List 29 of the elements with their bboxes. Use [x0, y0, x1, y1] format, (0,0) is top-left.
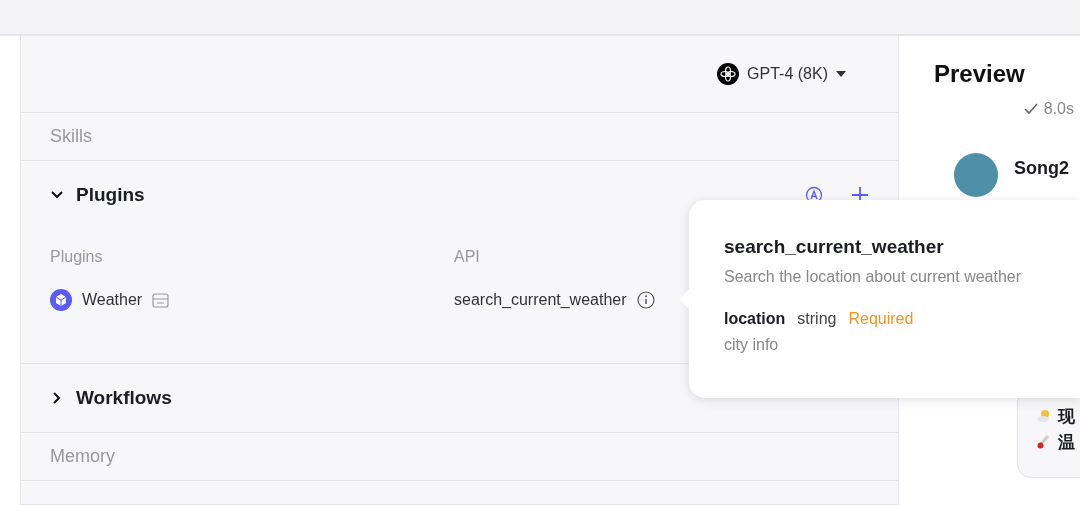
check-icon — [1023, 103, 1038, 115]
tooltip-description: Search the location about current weather — [724, 268, 1023, 286]
required-label: Required — [848, 310, 914, 328]
message-text: 现 — [1058, 405, 1075, 428]
section-heading: Skills — [50, 126, 92, 147]
section-heading: Memory — [50, 446, 115, 467]
section-title: Workflows — [76, 387, 172, 409]
store-icon — [152, 292, 170, 308]
model-selector[interactable]: GPT-4 (8K) — [717, 63, 846, 85]
tooltip-title: search_current_weather — [724, 236, 945, 258]
param-description: city info — [724, 336, 780, 354]
column-header: API — [454, 248, 480, 266]
cube-icon — [50, 289, 72, 311]
message-text: 温 — [1058, 431, 1075, 454]
info-icon[interactable] — [636, 291, 655, 309]
column-header: Plugins — [50, 248, 104, 266]
section-title: Plugins — [76, 184, 145, 206]
sun-cloud-icon — [1036, 408, 1052, 424]
spiral-logo-icon — [717, 63, 740, 85]
bot-name: Song2 — [1014, 157, 1069, 179]
plugin-name: Weather — [82, 291, 143, 309]
param-type: string — [797, 310, 837, 328]
caret-icon — [836, 71, 846, 77]
thermometer-icon — [1036, 434, 1052, 450]
api-name: search_current_weather — [454, 291, 627, 309]
param-name: location — [724, 310, 786, 328]
duration-text: 8.0s — [1043, 100, 1074, 118]
panel-title: Preview — [934, 60, 1026, 88]
avatar — [954, 153, 998, 197]
